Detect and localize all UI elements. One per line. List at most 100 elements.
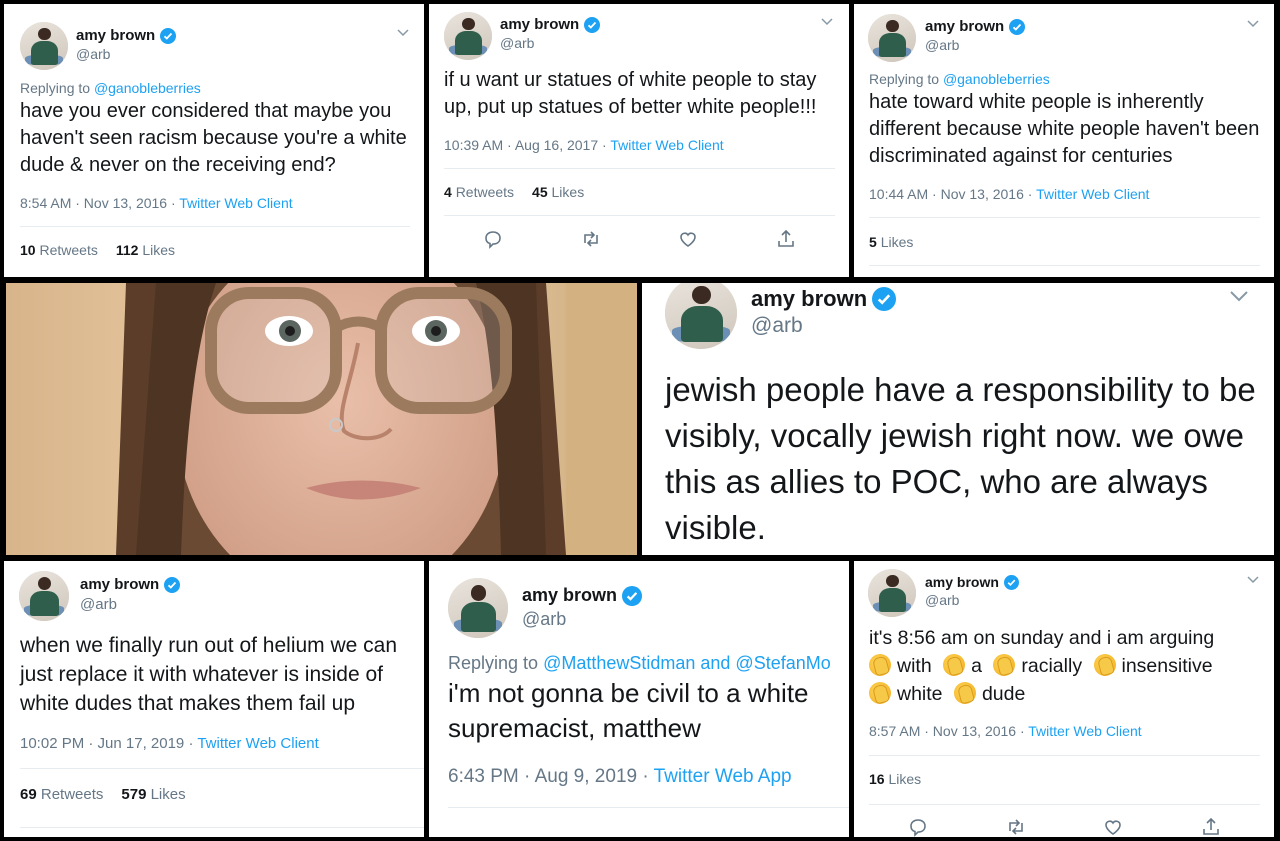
tweet-card-5: amy brown @arb when we finally run out o… [4,561,424,837]
author-handle[interactable]: @arb [925,592,959,608]
chevron-down-icon[interactable] [820,17,834,27]
author-name[interactable]: amy brown [751,286,867,312]
engagement-stats: 16 Likes [869,771,921,787]
retweet-icon[interactable] [580,228,602,250]
share-icon[interactable] [775,228,797,250]
verified-badge-icon [160,27,177,44]
selfie-photo [6,283,637,555]
tweet-timestamp: 6:43 PM · Aug 9, 2019 · Twitter Web App [448,766,792,787]
like-icon[interactable] [1102,816,1124,837]
author-handle[interactable]: @arb [76,46,110,62]
like-count[interactable]: 16 Likes [869,771,921,787]
engagement-stats: 69 Retweets 579 Likes [20,786,186,803]
reply-context: Replying to @MatthewStidman and @StefanM… [448,653,831,673]
divider [448,807,849,808]
reply-icon[interactable] [482,228,504,250]
clap-word: white [897,683,943,705]
author-handle[interactable]: @arb [925,37,959,53]
avatar[interactable] [665,283,737,349]
source-link[interactable]: Twitter Web Client [197,735,318,752]
verified-badge-icon [872,287,897,311]
author-name[interactable]: amy brown [80,576,159,593]
tweet-text: if u want ur statues of white people to … [444,69,817,118]
tweet-card-6: amy brown @arb Replying to @MatthewStidm… [429,561,849,837]
avatar[interactable] [20,22,68,70]
author-name[interactable]: amy brown [925,574,999,590]
retweet-icon[interactable] [1005,816,1027,837]
reply-icon[interactable] [907,816,929,837]
avatar[interactable] [444,12,492,60]
action-bar [482,228,797,250]
engagement-stats: 4 Retweets 45 Likes [444,184,584,200]
share-icon[interactable] [1200,816,1222,837]
retweet-count[interactable]: 69 Retweets [20,786,103,803]
source-link[interactable]: Twitter Web App [654,766,792,787]
retweet-count[interactable]: 10 Retweets [20,242,98,258]
tweet-text: have you ever considered that maybe you … [20,100,407,176]
chevron-down-icon[interactable] [1246,575,1260,585]
tweet-text: it's 8:56 am on sunday and i am arguing … [869,624,1264,708]
chevron-down-icon[interactable] [1246,19,1260,29]
clap-word: with [897,655,932,677]
divider [20,226,410,227]
avatar[interactable] [19,571,69,621]
reply-context: Replying to @ganobleberries [869,71,1050,87]
source-link[interactable]: Twitter Web Client [1036,186,1149,202]
source-link[interactable]: Twitter Web Client [610,137,723,153]
clapping-hands-emoji [869,682,891,704]
like-count[interactable]: 579 Likes [121,786,185,803]
author-name[interactable]: amy brown [76,27,155,44]
avatar[interactable] [868,14,916,62]
retweet-count[interactable]: 4 Retweets [444,184,514,200]
source-link[interactable]: Twitter Web Client [179,195,292,211]
reply-to-link[interactable]: @ganobleberries [943,71,1050,87]
engagement-stats: 5 Likes [869,234,913,250]
reply-to-link[interactable]: @ganobleberries [94,80,201,96]
verified-badge-icon [1003,574,1019,590]
engagement-stats: 10 Retweets 112 Likes [20,242,175,258]
author-name[interactable]: amy brown [500,16,579,33]
tweet-text-line-1: it's 8:56 am on sunday and i am arguing [869,627,1215,649]
author-handle[interactable]: @arb [80,596,117,613]
tweet-text: jewish people have a responsibility to b… [665,371,1256,546]
author-handle[interactable]: @arb [751,314,803,338]
tweet-timestamp: 10:02 PM · Jun 17, 2019 · Twitter Web Cl… [20,735,319,752]
tweet-timestamp: 8:54 AM · Nov 13, 2016 · Twitter Web Cli… [20,195,293,211]
tweet-text: hate toward white people is inherently d… [869,91,1260,167]
like-count[interactable]: 45 Likes [532,184,584,200]
tweet-card-7: amy brown @arb it's 8:56 am on sunday an… [854,561,1274,837]
verified-badge-icon [1009,18,1026,35]
tweet-timestamp: 10:39 AM · Aug 16, 2017 · Twitter Web Cl… [444,137,724,153]
source-link[interactable]: Twitter Web Client [1028,723,1141,739]
tweet-card-4: amy brown @arb jewish people have a resp… [642,283,1274,555]
reply-to-link[interactable]: @MatthewStidman and @StefanMo [543,653,831,673]
chevron-down-icon[interactable] [1229,290,1249,302]
tweet-card-1: amy brown @arb Replying to @ganobleberri… [4,4,424,277]
tweet-text: i'm not gonna be civil to a white suprem… [448,678,809,743]
clapping-hands-emoji [993,654,1016,676]
author-name[interactable]: amy brown [522,585,617,606]
like-count[interactable]: 5 Likes [869,234,913,250]
like-icon[interactable] [677,228,699,250]
divider [869,217,1260,218]
divider [869,265,1260,266]
author-name[interactable]: amy brown [925,18,1004,35]
chevron-down-icon[interactable] [396,28,410,38]
clap-word: insensitive [1121,655,1213,677]
divider [20,768,424,769]
like-count[interactable]: 112 Likes [116,242,175,258]
avatar[interactable] [868,569,916,617]
avatar[interactable] [448,578,508,638]
action-bar [907,816,1222,837]
clap-word: a [971,655,982,677]
tweet-card-2: amy brown @arb if u want ur statues of w… [429,4,849,277]
author-handle[interactable]: @arb [500,35,534,51]
verified-badge-icon [622,585,643,606]
divider [20,827,424,828]
divider [444,168,835,169]
clapping-hands-emoji [1093,654,1116,676]
tweet-text: when we finally run out of helium we can… [20,634,398,715]
selfie-illustration [6,283,637,555]
author-handle[interactable]: @arb [522,609,566,630]
divider [869,755,1260,756]
